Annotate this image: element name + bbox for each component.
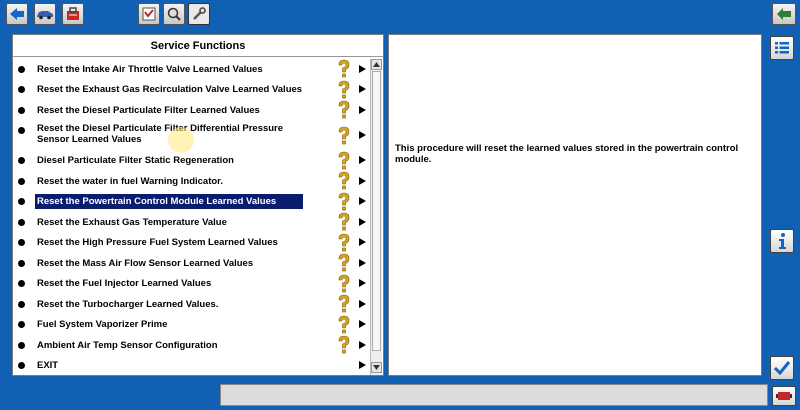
list-scrollbar[interactable] (370, 59, 382, 375)
play-arrow-icon[interactable] (359, 361, 366, 370)
play-arrow-icon[interactable] (359, 279, 366, 288)
service-function-item[interactable]: Fuel System Vaporizer Prime (13, 315, 369, 336)
help-question-icon[interactable] (337, 80, 351, 100)
service-function-label[interactable]: Reset the Diesel Particulate Filter Lear… (35, 103, 262, 118)
scroll-down-button[interactable] (371, 362, 382, 373)
bullet-icon (18, 86, 25, 94)
service-function-item[interactable]: Reset the Intake Air Throttle Valve Lear… (13, 59, 369, 80)
bullet-icon (18, 300, 25, 308)
service-function-label[interactable]: Reset the Fuel Injector Learned Values (35, 276, 213, 291)
help-question-icon[interactable] (337, 151, 351, 171)
service-function-item[interactable]: Reset the water in fuel Warning Indicato… (13, 171, 369, 192)
help-question-icon[interactable] (337, 233, 351, 253)
procedure-description: This procedure will reset the learned va… (395, 143, 739, 165)
service-function-item[interactable]: Reset the Exhaust Gas Recirculation Valv… (13, 80, 369, 101)
status-left-area (0, 384, 216, 406)
play-arrow-icon[interactable] (359, 340, 366, 349)
cursor-highlight (168, 127, 194, 153)
vehicle-icon[interactable] (34, 3, 56, 25)
help-question-icon[interactable] (337, 171, 351, 191)
list-icon[interactable] (770, 36, 794, 60)
checklist-icon[interactable] (138, 3, 160, 25)
play-arrow-icon[interactable] (359, 64, 366, 73)
help-question-icon[interactable] (337, 274, 351, 294)
scroll-thumb[interactable] (372, 71, 381, 351)
info-icon[interactable] (770, 229, 794, 253)
checkmark-icon[interactable] (770, 356, 794, 380)
play-arrow-icon[interactable] (359, 131, 366, 139)
bullet-icon (18, 177, 25, 185)
bullet-icon (18, 341, 25, 349)
help-question-icon[interactable] (337, 192, 351, 212)
search-car-icon[interactable] (163, 3, 185, 25)
service-function-label[interactable]: Reset the Exhaust Gas Temperature Value (35, 215, 229, 230)
help-question-icon[interactable] (337, 315, 351, 335)
play-arrow-icon[interactable] (359, 176, 366, 185)
help-question-icon[interactable] (337, 100, 351, 120)
bullet-icon (18, 259, 25, 267)
service-function-item[interactable]: Reset the Exhaust Gas Temperature Value (13, 212, 369, 233)
play-arrow-icon[interactable] (359, 156, 366, 165)
service-function-item[interactable]: Reset the Diesel Particulate Filter Lear… (13, 100, 369, 121)
play-arrow-icon[interactable] (359, 238, 366, 247)
help-question-icon[interactable] (337, 294, 351, 314)
back-green-arrow-icon[interactable] (772, 3, 796, 25)
service-function-item[interactable]: Reset the Turbocharger Learned Values. (13, 294, 369, 315)
service-functions-list: Reset the Intake Air Throttle Valve Lear… (13, 59, 369, 375)
bullet-icon (18, 65, 25, 73)
bullet-icon (18, 280, 25, 288)
help-question-icon[interactable] (337, 335, 351, 355)
service-function-label[interactable]: Reset the Powertrain Control Module Lear… (35, 194, 303, 210)
service-function-item[interactable]: Ambient Air Temp Sensor Configuration (13, 335, 369, 356)
service-function-label[interactable]: Fuel System Vaporizer Prime (35, 317, 169, 332)
vci-connection-icon[interactable] (772, 386, 796, 406)
bullet-icon (18, 198, 25, 206)
play-arrow-icon[interactable] (359, 320, 366, 329)
service-function-label[interactable]: Reset the Diesel Particulate Filter Diff… (35, 121, 285, 147)
service-function-label[interactable]: Reset the High Pressure Fuel System Lear… (35, 235, 280, 250)
bullet-icon (18, 321, 25, 329)
service-function-label[interactable]: Reset the water in fuel Warning Indicato… (35, 174, 225, 189)
help-question-icon[interactable] (337, 253, 351, 273)
service-function-item[interactable]: Reset the Powertrain Control Module Lear… (13, 192, 369, 213)
play-arrow-icon[interactable] (359, 85, 366, 94)
status-bar (220, 384, 768, 406)
service-function-item[interactable]: Reset the High Pressure Fuel System Lear… (13, 233, 369, 254)
bullet-icon (18, 157, 25, 165)
play-arrow-icon[interactable] (359, 197, 366, 206)
bullet-icon (18, 218, 25, 226)
back-arrow-icon[interactable] (6, 3, 28, 25)
top-toolbar (0, 0, 800, 28)
bullet-icon (18, 106, 25, 114)
bullet-icon (18, 362, 25, 370)
help-question-icon[interactable] (337, 59, 351, 79)
play-arrow-icon[interactable] (359, 217, 366, 226)
service-function-label[interactable]: Reset the Mass Air Flow Sensor Learned V… (35, 256, 255, 271)
scroll-up-button[interactable] (371, 59, 382, 70)
service-function-label[interactable]: Reset the Intake Air Throttle Valve Lear… (35, 62, 265, 77)
play-arrow-icon[interactable] (359, 258, 366, 267)
service-function-label[interactable]: Reset the Exhaust Gas Recirculation Valv… (35, 82, 304, 97)
play-arrow-icon[interactable] (359, 299, 366, 308)
service-function-item[interactable]: Diesel Particulate Filter Static Regener… (13, 151, 369, 172)
service-function-item[interactable]: Reset the Fuel Injector Learned Values (13, 274, 369, 295)
service-functions-panel: Service Functions Reset the Intake Air T… (12, 34, 384, 376)
wrench-icon[interactable] (188, 3, 210, 25)
bullet-icon (18, 126, 25, 134)
help-question-icon[interactable] (337, 126, 351, 146)
service-function-item[interactable]: Reset the Mass Air Flow Sensor Learned V… (13, 253, 369, 274)
service-function-label[interactable]: Diesel Particulate Filter Static Regener… (35, 153, 236, 168)
help-question-icon[interactable] (337, 212, 351, 232)
panel-title: Service Functions (13, 35, 383, 57)
play-arrow-icon[interactable] (359, 105, 366, 114)
service-function-label[interactable]: Ambient Air Temp Sensor Configuration (35, 338, 220, 353)
service-function-label[interactable]: EXIT (35, 358, 60, 373)
service-function-label[interactable]: Reset the Turbocharger Learned Values. (35, 297, 220, 312)
service-function-item[interactable]: EXIT (13, 356, 369, 376)
toolbox-icon[interactable] (62, 3, 84, 25)
description-panel: This procedure will reset the learned va… (388, 34, 762, 376)
bullet-icon (18, 239, 25, 247)
